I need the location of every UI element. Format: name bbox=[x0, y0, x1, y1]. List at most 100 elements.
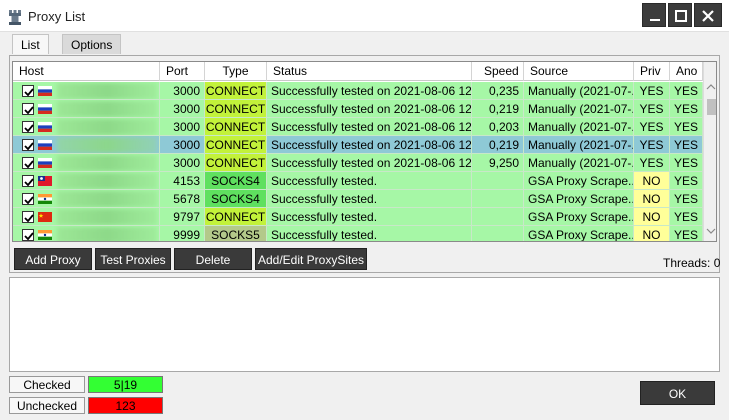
table-row[interactable]: 9797 CONNECT Successfully tested. GSA Proxy… bbox=[13, 208, 703, 226]
row-checkbox[interactable] bbox=[22, 157, 34, 169]
status-cell: Successfully tested on 2021-08-06 12... bbox=[267, 154, 472, 172]
column-header-port[interactable]: Port bbox=[160, 62, 205, 81]
table-row[interactable]: 3000 CONNECT Successfully tested on 2021-0… bbox=[13, 136, 703, 154]
row-checkbox[interactable] bbox=[22, 211, 34, 223]
host-address-redacted bbox=[57, 137, 157, 153]
tab-list[interactable]: List bbox=[12, 34, 49, 54]
host-address-redacted bbox=[57, 155, 157, 171]
priv-cell: YES bbox=[634, 82, 670, 100]
host-address-redacted bbox=[57, 119, 157, 135]
host-cell[interactable] bbox=[13, 82, 160, 100]
ano-cell: YES bbox=[670, 190, 703, 208]
ano-cell: YES bbox=[670, 226, 703, 241]
log-area[interactable] bbox=[9, 277, 720, 372]
add-edit-proxysites-button[interactable]: Add/Edit ProxySites bbox=[255, 248, 367, 270]
column-header-speed[interactable]: Speed bbox=[472, 62, 524, 81]
checkmark-icon bbox=[24, 214, 34, 223]
column-header-source[interactable]: Source bbox=[524, 62, 634, 81]
test-proxies-button[interactable]: Test Proxies bbox=[95, 248, 171, 270]
row-checkbox[interactable] bbox=[22, 85, 34, 97]
tab-options[interactable]: Options bbox=[62, 34, 122, 54]
table-row[interactable]: 3000 CONNECT Successfully tested on 2021-0… bbox=[13, 82, 703, 100]
host-cell[interactable] bbox=[13, 136, 160, 154]
row-checkbox[interactable] bbox=[22, 103, 34, 115]
scrollbar-thumb[interactable] bbox=[707, 99, 716, 115]
row-checkbox[interactable] bbox=[22, 193, 34, 205]
priv-cell: NO bbox=[634, 226, 670, 241]
speed-cell bbox=[472, 172, 524, 190]
ano-cell: YES bbox=[670, 82, 703, 100]
type-cell: CONNECT bbox=[205, 100, 267, 118]
source-cell: Manually (2021-07-... bbox=[524, 100, 634, 118]
checkmark-icon bbox=[24, 142, 34, 151]
speed-cell: 0,203 bbox=[472, 118, 524, 136]
host-cell[interactable] bbox=[13, 154, 160, 172]
column-header-type[interactable]: Type bbox=[205, 62, 267, 81]
host-address-redacted bbox=[57, 191, 157, 207]
port-cell: 9999 bbox=[160, 226, 205, 241]
table-row[interactable]: 5678 SOCKS4 Successfully tested. GSA Proxy … bbox=[13, 190, 703, 208]
row-checkbox[interactable] bbox=[22, 139, 34, 151]
type-cell: CONNECT bbox=[205, 208, 267, 226]
type-cell: CONNECT bbox=[205, 136, 267, 154]
source-cell: Manually (2021-07-... bbox=[524, 154, 634, 172]
chevron-down-icon[interactable] bbox=[706, 227, 716, 235]
window-title: Proxy List bbox=[28, 9, 86, 24]
table-row[interactable]: 3000 CONNECT Successfully tested on 2021-0… bbox=[13, 100, 703, 118]
speed-cell bbox=[472, 208, 524, 226]
row-checkbox[interactable] bbox=[22, 175, 34, 187]
checkmark-icon bbox=[24, 160, 34, 169]
table-header: Host Port Type Status Speed Source Priv … bbox=[13, 62, 716, 81]
host-cell[interactable] bbox=[13, 118, 160, 136]
host-address-redacted bbox=[57, 101, 157, 117]
port-cell: 3000 bbox=[160, 136, 205, 154]
column-header-status[interactable]: Status bbox=[267, 62, 472, 81]
host-cell[interactable] bbox=[13, 226, 160, 241]
table-row[interactable]: 4153 SOCKS4 Successfully tested. GSA Proxy … bbox=[13, 172, 703, 190]
flag-ru-icon bbox=[38, 140, 52, 150]
host-cell[interactable] bbox=[13, 100, 160, 118]
maximize-button[interactable] bbox=[668, 3, 692, 27]
ano-cell: YES bbox=[670, 118, 703, 136]
flag-tw-icon bbox=[38, 176, 52, 186]
priv-cell: YES bbox=[634, 100, 670, 118]
table-row[interactable]: 9999 SOCKS5 Successfully tested. GSA Proxy … bbox=[13, 226, 703, 241]
host-cell[interactable] bbox=[13, 190, 160, 208]
column-header-priv[interactable]: Priv bbox=[634, 62, 670, 81]
status-cell: Successfully tested. bbox=[267, 190, 472, 208]
checkmark-icon bbox=[24, 124, 34, 133]
source-cell: GSA Proxy Scrape... bbox=[524, 172, 634, 190]
port-cell: 3000 bbox=[160, 118, 205, 136]
ano-cell: YES bbox=[670, 136, 703, 154]
close-button[interactable] bbox=[694, 3, 722, 27]
status-cell: Successfully tested on 2021-08-06 12... bbox=[267, 136, 472, 154]
host-cell[interactable] bbox=[13, 172, 160, 190]
source-cell: Manually (2021-07-... bbox=[524, 136, 634, 154]
row-checkbox[interactable] bbox=[22, 229, 34, 241]
port-cell: 4153 bbox=[160, 172, 205, 190]
ok-button[interactable]: OK bbox=[640, 381, 715, 405]
chevron-up-icon[interactable] bbox=[706, 83, 716, 91]
flag-ru-icon bbox=[38, 158, 52, 168]
checkmark-icon bbox=[24, 178, 34, 187]
add-proxy-button[interactable]: Add Proxy bbox=[14, 248, 92, 270]
row-checkbox[interactable] bbox=[22, 121, 34, 133]
table-row[interactable]: 3000 CONNECT Successfully tested on 2021-0… bbox=[13, 154, 703, 172]
vertical-scrollbar[interactable] bbox=[703, 62, 716, 241]
ano-cell: YES bbox=[670, 172, 703, 190]
host-address-redacted bbox=[57, 173, 157, 189]
proxy-table[interactable]: Host Port Type Status Speed Source Priv … bbox=[12, 61, 717, 242]
minimize-button[interactable] bbox=[642, 3, 666, 27]
priv-cell: YES bbox=[634, 136, 670, 154]
table-row[interactable]: 3000 CONNECT Successfully tested on 2021-0… bbox=[13, 118, 703, 136]
chess-rook-icon bbox=[9, 10, 21, 25]
column-header-ano[interactable]: Ano bbox=[670, 62, 703, 81]
checkmark-icon bbox=[24, 88, 34, 97]
threads-count: Threads: 0 bbox=[663, 256, 721, 270]
type-cell: CONNECT bbox=[205, 154, 267, 172]
column-header-host[interactable]: Host bbox=[13, 62, 160, 81]
delete-button[interactable]: Delete bbox=[174, 248, 252, 270]
source-cell: Manually (2021-07-... bbox=[524, 118, 634, 136]
host-cell[interactable] bbox=[13, 208, 160, 226]
status-cell: Successfully tested. bbox=[267, 172, 472, 190]
